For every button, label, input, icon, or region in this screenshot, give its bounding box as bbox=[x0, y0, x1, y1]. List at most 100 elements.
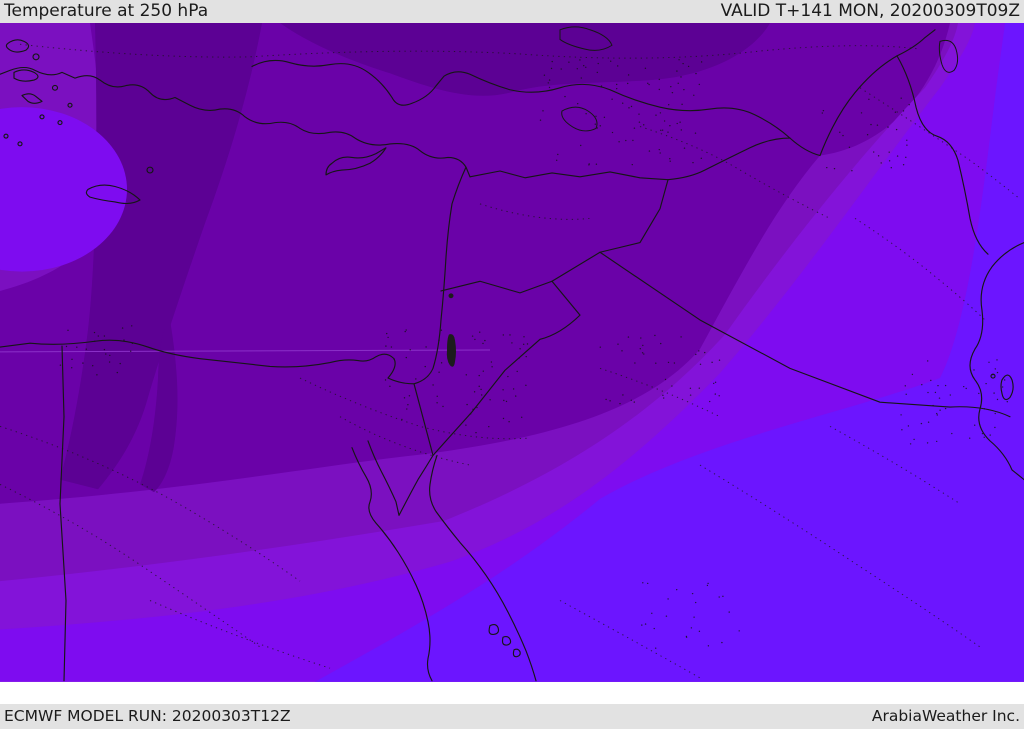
stipple-dot bbox=[580, 144, 582, 147]
stipple-dot bbox=[661, 129, 664, 131]
stipple-dot bbox=[547, 82, 549, 84]
stipple-dot bbox=[436, 395, 438, 397]
stipple-dot bbox=[525, 384, 527, 387]
stipple-dot bbox=[660, 342, 662, 345]
stipple-dot bbox=[936, 440, 938, 443]
stipple-dot bbox=[921, 384, 923, 386]
stipple-dot bbox=[994, 426, 996, 429]
stipple-dot bbox=[718, 596, 720, 598]
stipple-dot bbox=[707, 645, 710, 647]
stipple-dot bbox=[619, 402, 621, 405]
stipple-dot bbox=[682, 62, 684, 65]
sea-of-galilee bbox=[448, 293, 454, 299]
stipple-dot bbox=[96, 374, 98, 376]
stipple-dot bbox=[482, 342, 484, 345]
stipple-dot bbox=[704, 351, 706, 354]
stipple-dot bbox=[609, 400, 611, 402]
stipple-dot bbox=[525, 355, 527, 358]
stipple-dot bbox=[523, 343, 525, 346]
stipple-dot bbox=[676, 122, 678, 125]
stipple-dot bbox=[902, 110, 905, 112]
stipple-dot bbox=[512, 388, 515, 390]
stipple-dot bbox=[738, 630, 740, 632]
stipple-dot bbox=[384, 379, 387, 381]
stipple-dot bbox=[868, 98, 870, 100]
stipple-dot bbox=[596, 71, 598, 74]
stipple-dot bbox=[698, 387, 700, 389]
stipple-dot bbox=[631, 163, 633, 166]
stipple-dot bbox=[59, 364, 62, 366]
stipple-dot bbox=[440, 329, 443, 331]
stipple-dot bbox=[564, 95, 566, 98]
stipple-dot bbox=[722, 595, 724, 598]
stipple-dot bbox=[653, 627, 655, 630]
stipple-dot bbox=[627, 336, 630, 338]
stipple-dot bbox=[669, 160, 671, 162]
stipple-dot bbox=[617, 65, 619, 67]
stipple-dot bbox=[432, 384, 434, 386]
stipple-dot bbox=[610, 60, 612, 62]
stipple-dot bbox=[978, 392, 980, 395]
stipple-dot bbox=[667, 361, 670, 364]
stipple-dot bbox=[630, 105, 633, 108]
stipple-dot bbox=[465, 374, 467, 376]
stipple-dot bbox=[655, 362, 657, 364]
stipple-dot bbox=[938, 397, 941, 399]
stipple-dot bbox=[85, 348, 88, 350]
stipple-dot bbox=[67, 329, 69, 331]
stipple-dot bbox=[667, 598, 669, 600]
stipple-dot bbox=[603, 116, 606, 118]
stipple-dot bbox=[550, 67, 553, 70]
stipple-dot bbox=[502, 389, 504, 391]
stipple-dot bbox=[826, 166, 828, 169]
stipple-dot bbox=[721, 641, 723, 644]
stipple-dot bbox=[71, 367, 73, 369]
stipple-dot bbox=[599, 346, 601, 348]
stipple-dot bbox=[425, 346, 427, 348]
stipple-dot bbox=[681, 103, 683, 106]
stipple-dot bbox=[605, 398, 607, 401]
stipple-dot bbox=[700, 61, 703, 63]
stipple-dot bbox=[71, 358, 73, 361]
stipple-dot bbox=[389, 385, 391, 388]
stipple-dot bbox=[611, 98, 613, 100]
stipple-dot bbox=[103, 348, 106, 351]
stipple-dot bbox=[936, 412, 938, 415]
stipple-dot bbox=[671, 91, 674, 94]
stipple-dot bbox=[677, 82, 679, 84]
stipple-dot bbox=[1004, 379, 1006, 381]
stipple-dot bbox=[996, 359, 998, 361]
stipple-dot bbox=[860, 112, 863, 114]
stipple-dot bbox=[873, 151, 875, 153]
stipple-dot bbox=[699, 363, 702, 365]
stipple-dot bbox=[403, 397, 406, 399]
stipple-dot bbox=[904, 385, 906, 387]
stipple-dot bbox=[131, 325, 133, 327]
stipple-dot bbox=[983, 436, 985, 438]
stipple-dot bbox=[664, 378, 667, 381]
stipple-dot bbox=[876, 124, 879, 126]
stipple-dot bbox=[577, 102, 579, 105]
dead-sea bbox=[446, 334, 456, 367]
stipple-dot bbox=[655, 647, 657, 649]
stipple-dot bbox=[616, 83, 618, 86]
stipple-dot bbox=[687, 65, 690, 68]
stipple-dot bbox=[901, 429, 903, 431]
stipple-dot bbox=[595, 163, 598, 165]
stipple-dot bbox=[939, 409, 941, 411]
stipple-dot bbox=[907, 425, 910, 427]
stipple-dot bbox=[642, 344, 644, 347]
stipple-dot bbox=[659, 152, 661, 154]
stipple-dot bbox=[474, 338, 476, 341]
stipple-dot bbox=[622, 102, 624, 104]
stipple-dot bbox=[633, 401, 635, 403]
stipple-dot bbox=[996, 371, 999, 374]
stipple-dot bbox=[436, 402, 438, 404]
stipple-dot bbox=[82, 362, 84, 364]
stipple-dot bbox=[633, 127, 636, 129]
stipple-dot bbox=[895, 128, 898, 131]
stipple-dot bbox=[627, 82, 629, 85]
stipple-dot bbox=[508, 421, 510, 423]
stipple-dot bbox=[887, 126, 889, 128]
stipple-dot bbox=[65, 345, 68, 348]
